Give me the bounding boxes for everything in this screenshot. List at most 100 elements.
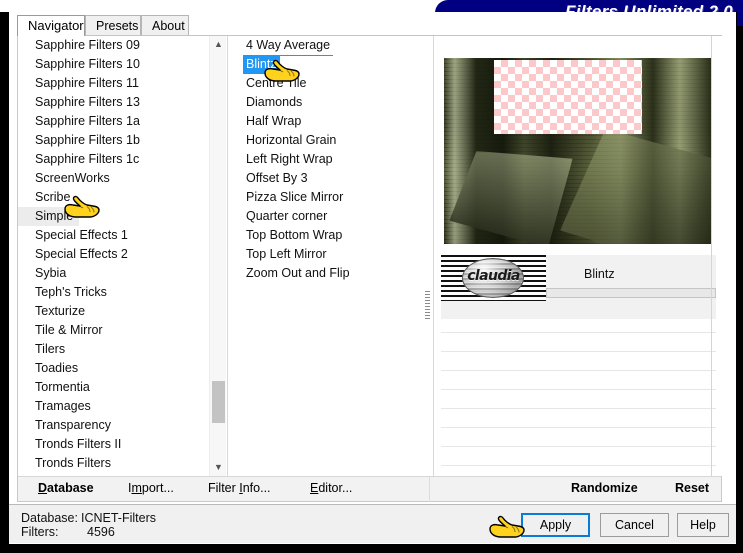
separator-line [441,427,716,428]
list-item[interactable]: Sapphire Filters 10 [18,55,227,74]
scrollbar-thumb[interactable] [212,381,225,423]
list-item[interactable]: Top Left Mirror [229,245,432,264]
apply-button[interactable]: Apply [521,513,590,537]
list-item[interactable]: Horizontal Grain [229,131,432,150]
list-item[interactable]: Special Effects 2 [18,245,227,264]
list-item[interactable]: Centre Tile [229,74,432,93]
filter-label: Top Bottom Wrap [246,228,343,242]
list-item[interactable]: 4 Way Average [229,36,432,56]
separator-line [441,446,716,447]
reset-button[interactable]: Reset [675,481,709,495]
tab-navigator-label: Navigator [28,18,84,33]
list-item[interactable]: Sapphire Filters 13 [18,93,227,112]
filter-item-blintz[interactable]: Blintz [229,55,432,74]
list-item[interactable]: Diamonds [229,93,432,112]
list-divider [433,36,434,476]
help-button[interactable]: Help [677,513,729,537]
scroll-up-icon[interactable]: ▲ [210,36,227,53]
panel-edge [711,36,712,476]
list-item[interactable]: Sybia [18,264,227,283]
list-item[interactable]: Sapphire Filters 1c [18,150,227,169]
tab-navigator[interactable]: Navigator [17,15,85,36]
category-label: Tile & Mirror [35,323,103,337]
list-item[interactable]: Texturize [18,302,227,321]
list-item[interactable]: Special Effects 1 [18,226,227,245]
category-label: Sapphire Filters 1a [35,114,140,128]
category-label: Sapphire Filters 11 [35,76,139,90]
category-list[interactable]: Sapphire Filters 09 Sapphire Filters 10 … [18,36,227,476]
list-item[interactable]: Transparency [18,416,227,435]
filter-label: Horizontal Grain [246,133,337,147]
list-item[interactable]: Offset By 3 [229,169,432,188]
parameter-separators [441,332,716,472]
filter-info-prefix: Filter [208,481,240,495]
scroll-down-icon[interactable]: ▼ [210,459,227,476]
status-database-value: ICNET-Filters [81,511,156,525]
list-item[interactable]: Top Bottom Wrap [229,226,432,245]
category-item-simple[interactable]: Simple [18,207,227,226]
list-item[interactable]: Tronds Filters [18,454,227,473]
window-body-inner: Navigator Presets About Sapphire Filters… [9,12,736,544]
cancel-button[interactable]: Cancel [600,513,669,537]
preview-image[interactable] [444,58,712,244]
status-database-label: Database: [21,511,78,525]
filter-name-area: Blintz [546,255,716,301]
category-scrollbar[interactable]: ▲ ▼ [209,36,226,476]
parameter-slider-track[interactable] [546,288,716,298]
randomize-button[interactable]: Randomize [571,481,638,495]
category-label: Scribe [35,190,71,204]
separator-line [441,408,716,409]
list-item[interactable]: Zoom Out and Flip [229,264,432,283]
tab-presets[interactable]: Presets [85,15,141,36]
category-label-selected: Simple [18,207,80,226]
tab-strip: Navigator Presets About [17,15,722,36]
list-item[interactable]: ScreenWorks [18,169,227,188]
category-label: Sapphire Filters 1b [35,133,140,147]
list-item[interactable]: Sapphire Filters 1a [18,112,227,131]
list-item[interactable]: Teph's Tricks [18,283,227,302]
list-item[interactable]: Left Right Wrap [229,150,432,169]
list-item[interactable]: Pizza Slice Mirror [229,188,432,207]
category-label: Toadies [35,361,79,375]
accel-char: D [38,481,48,495]
editor-button[interactable]: Editor... [310,481,352,495]
list-item[interactable]: Tramages [18,397,227,416]
list-item[interactable]: Half Wrap [229,112,432,131]
database-label: atabase [47,481,94,495]
filter-scrollbar[interactable] [425,291,430,321]
editor-label: ditor... [318,481,353,495]
list-item[interactable]: Tilers [18,340,227,359]
list-item[interactable]: Sapphire Filters 09 [18,36,227,55]
category-label: Special Effects 1 [35,228,128,242]
status-filters-label: Filters: [21,525,59,539]
list-item[interactable]: Tronds Filters II [18,435,227,454]
category-label: Transparency [35,418,111,432]
import-label: port... [141,481,174,495]
list-item[interactable]: Scribe [18,188,227,207]
list-item[interactable]: Sapphire Filters 1b [18,131,227,150]
import-button[interactable]: Import... [128,481,174,495]
filter-list[interactable]: 4 Way Average Blintz Centre Tile Diamond… [229,36,432,476]
command-bar: Database Import... Filter Info... Editor… [18,476,721,502]
list-item[interactable]: Quarter corner [229,207,432,226]
category-label: Sapphire Filters 13 [35,95,140,109]
category-label: Teph's Tricks [35,285,107,299]
list-item[interactable]: Sapphire Filters 11 [18,74,227,93]
application-window: Filters Unlimited 2.0 Navigator Presets … [0,0,743,553]
category-label: Tilers [35,342,66,356]
database-button[interactable]: Database [38,481,94,495]
list-item[interactable]: Tile & Mirror [18,321,227,340]
filter-label: 4 Way Average [243,36,334,56]
watermark-claudia: claudia [441,255,546,301]
filter-info-button[interactable]: Filter Info... [208,481,271,495]
tab-about[interactable]: About [141,15,189,36]
tab-about-label: About [152,19,185,33]
separator-line [441,351,716,352]
filter-label: Pizza Slice Mirror [246,190,344,204]
category-label: ScreenWorks [35,171,110,185]
list-item[interactable]: Tormentia [18,378,227,397]
list-item[interactable]: Toadies [18,359,227,378]
filter-info-label: nfo... [242,481,271,495]
category-label: Tronds Filters II [35,437,122,451]
category-label: Texturize [35,304,86,318]
